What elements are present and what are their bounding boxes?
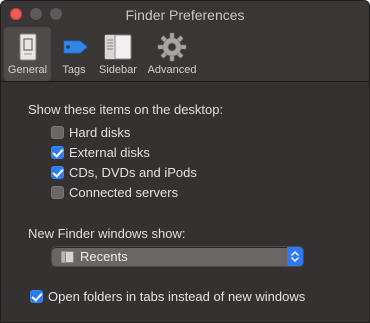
tab-general-label: General	[7, 64, 48, 76]
cds-dvds-ipods-label: CDs, DVDs and iPods	[69, 164, 197, 180]
external-disks-option[interactable]: External disks	[51, 144, 150, 160]
tab-sidebar-label: Sidebar	[99, 64, 137, 76]
external-disks-label: External disks	[69, 144, 150, 160]
new-window-heading: New Finder windows show:	[28, 226, 186, 241]
general-icon	[12, 31, 44, 66]
tag-icon	[58, 31, 90, 66]
connected-servers-checkbox[interactable]	[51, 185, 64, 199]
connected-servers-option[interactable]: Connected servers	[51, 184, 178, 200]
open-in-tabs-label: Open folders in tabs instead of new wind…	[48, 288, 306, 304]
tab-sidebar[interactable]: Sidebar	[96, 27, 140, 81]
window-title: Finder Preferences	[125, 7, 245, 23]
gear-icon	[156, 31, 188, 66]
new-window-select-value: Recents	[80, 249, 128, 264]
sidebar-icon	[102, 31, 134, 66]
select-stepper[interactable]	[287, 247, 303, 266]
connected-servers-label: Connected servers	[69, 184, 179, 200]
tab-advanced[interactable]: Advanced	[144, 27, 200, 81]
tab-tags-label: Tags	[62, 64, 86, 76]
cds-dvds-ipods-checkbox[interactable]	[51, 165, 64, 179]
hard-disks-label: Hard disks	[69, 124, 131, 140]
tab-general[interactable]: General	[4, 27, 51, 81]
recents-icon	[61, 250, 74, 268]
external-disks-checkbox[interactable]	[51, 145, 64, 159]
open-in-tabs-checkbox[interactable]	[30, 289, 43, 303]
tab-advanced-label: Advanced	[147, 64, 197, 76]
finder-preferences-window: Finder Preferences General Tags Sidebar …	[1, 1, 369, 322]
desktop-items-heading: Show these items on the desktop:	[28, 102, 224, 117]
open-in-tabs-option[interactable]: Open folders in tabs instead of new wind…	[30, 288, 305, 304]
preferences-toolbar: General Tags Sidebar Advanced	[1, 27, 369, 81]
title-bar: Finder Preferences	[1, 1, 369, 27]
cds-dvds-ipods-option[interactable]: CDs, DVDs and iPods	[51, 164, 197, 180]
hard-disks-option[interactable]: Hard disks	[51, 124, 130, 140]
chevron-updown-icon	[291, 251, 299, 262]
general-pane: Show these items on the desktop: Hard di…	[1, 82, 369, 322]
new-window-select[interactable]: Recents	[52, 247, 303, 266]
tab-tags[interactable]: Tags	[55, 27, 93, 81]
hard-disks-checkbox[interactable]	[51, 125, 64, 139]
